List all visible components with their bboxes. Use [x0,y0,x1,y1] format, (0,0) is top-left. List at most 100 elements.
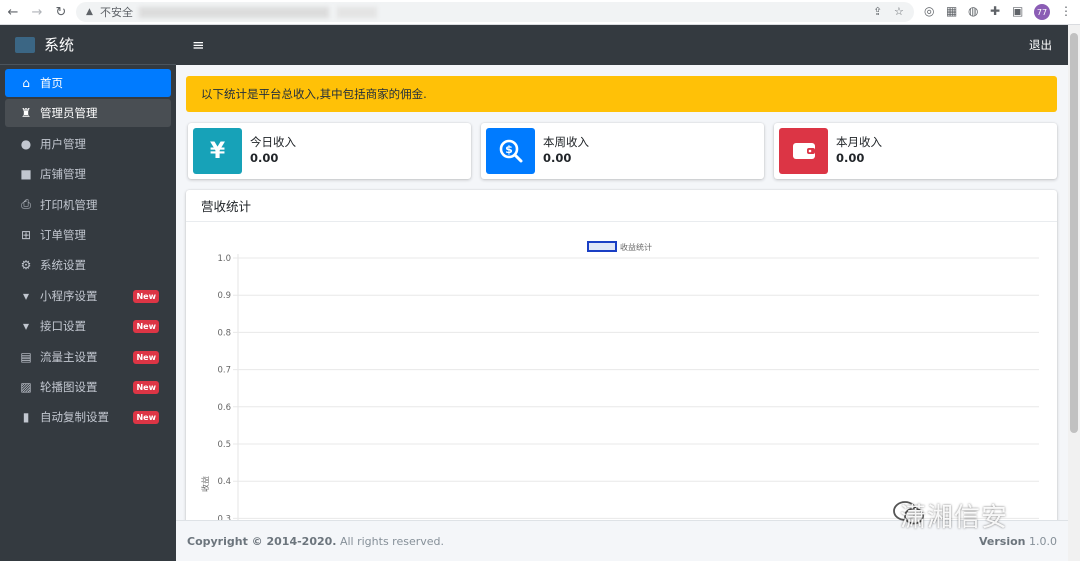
top-navbar: ≡ 退出 [176,25,1068,65]
svg-text:$: $ [505,143,513,156]
extension-translate-icon[interactable]: ◍ [968,4,978,18]
sidebar-item-label: 小程序设置 [40,288,98,303]
page-scrollbar[interactable] [1068,25,1080,561]
revenue-card-title: 营收统计 [186,190,1057,222]
warning-icon: ▲ [86,7,93,17]
url-text [139,6,329,18]
back-icon[interactable]: ← [2,1,24,23]
content-wrapper: 以下统计是平台总收入,其中包括商家的佣金. ¥ 今日收入 0.00 $ 本周收入… [176,65,1068,520]
chart-legend: 收益统计 [587,241,652,252]
url-text-tail [337,6,377,18]
sidebar-item-label: 用户管理 [40,136,86,151]
legend-swatch [587,241,617,252]
watermark-text: 潇湘信安 [900,503,1009,533]
sidebar-item-shops[interactable]: ■ 店铺管理 [5,160,171,188]
new-badge: New [133,289,159,303]
revenue-alert: 以下统计是平台总收入,其中包括商家的佣金. [186,76,1057,112]
y-tick-label: 0.6 [217,403,231,413]
new-badge: New [133,411,159,425]
reload-icon[interactable]: ↻ [50,1,72,23]
printer-icon: ⎙ [21,197,31,212]
sidebar-item-label: 轮播图设置 [40,379,98,394]
sidebar: 系统 ⌂ 首页 ♜ 管理员管理 ● 用户管理 ■ 店铺管理 ⎙ 打印机管理 ⊞ … [0,25,176,561]
info-box-label: 本月收入 [836,135,882,149]
y-tick-label: 0.7 [217,366,231,376]
sidebar-menu: ⌂ 首页 ♜ 管理员管理 ● 用户管理 ■ 店铺管理 ⎙ 打印机管理 ⊞ 订单管… [0,65,176,431]
extension-circle-icon[interactable]: ◎ [924,4,934,18]
profile-avatar[interactable]: 77 [1034,4,1050,20]
sidebar-item-users[interactable]: ● 用户管理 [5,130,171,158]
version-value: 1.0.0 [1029,535,1057,548]
version-label: Version [978,535,1026,548]
sidebar-item-label: 首页 [40,76,63,90]
new-badge: New [133,350,159,364]
sidebar-item-printers[interactable]: ⎙ 打印机管理 [5,191,171,219]
image-icon: ▨ [20,379,32,394]
more-menu-icon[interactable]: ⋮ [1060,4,1072,18]
sidebar-item-admin[interactable]: ♜ 管理员管理 [5,99,171,128]
sidebar-item-traffic[interactable]: ▤ 流量主设置 New [5,343,171,371]
info-box-today: ¥ 今日收入 0.00 [188,123,471,179]
copyright-text: Copyright © 2014-2020. [187,534,337,548]
puzzle-icon[interactable]: ✚ [990,4,1000,18]
y-tick-label: 0.8 [217,328,231,338]
yen-icon: ¥ [193,128,242,174]
legend-label: 收益统计 [620,242,652,252]
sidebar-item-system-settings[interactable]: ⚙ 系统设置 [5,251,171,279]
chart-grid: 1.00.90.80.70.60.50.40.3 [217,254,1039,520]
share-icon[interactable]: ⇪ [873,5,882,18]
y-axis-label: 收益 [200,476,210,492]
sidebar-item-home[interactable]: ⌂ 首页 [5,69,171,97]
brand-link[interactable]: 系统 [0,25,176,65]
logout-link[interactable]: 退出 [1029,37,1052,53]
y-tick-label: 0.5 [217,440,231,450]
sidepanel-icon[interactable]: ▣ [1012,4,1023,18]
gears-icon: ⚙ [20,258,32,273]
info-box-week: $ 本周收入 0.00 [481,123,764,179]
sidebar-item-label: 打印机管理 [40,197,98,212]
basket-icon: ⊞ [20,227,32,242]
info-box-value: 0.00 [543,151,572,165]
trophy-icon: ▾ [22,319,30,334]
revenue-chart: 1.00.90.80.70.60.50.40.3 收益统计 收益 [200,241,1039,520]
scrollbar-thumb[interactable] [1070,33,1078,433]
sidebar-item-label: 接口设置 [40,319,86,334]
new-badge: New [133,320,159,334]
new-badge: New [133,380,159,394]
info-box-label: 今日收入 [250,135,296,149]
hamburger-menu-icon[interactable]: ≡ [192,36,205,54]
shopping-bag-icon: ■ [20,167,32,182]
sidebar-item-miniprogram[interactable]: ▾ 小程序设置 New [5,282,171,310]
revenue-card: 营收统计 1.0 0.9 0.8 0.7 0.6 0.5 0.4 0.3 收益统计 收益 [186,190,1057,520]
sidebar-item-autocopy[interactable]: ▮ 自动复制设置 New [5,403,171,431]
y-tick-label: 1.0 [217,254,231,264]
info-box-value: 0.00 [836,151,865,165]
sidebar-item-orders[interactable]: ⊞ 订单管理 [5,221,171,249]
extension-store-icon[interactable]: ▦ [946,4,957,18]
info-box-month: 本月收入 0.00 [774,123,1057,179]
search-dollar-icon: $ [486,128,535,174]
forward-icon[interactable]: → [26,1,48,23]
ad-icon: ▤ [20,349,32,364]
clipboard-icon: ▮ [22,410,30,425]
sidebar-item-label: 系统设置 [40,258,86,273]
address-bar[interactable]: ▲ 不安全 ⇪ ☆ [76,2,914,22]
browser-toolbar: ← → ↻ ▲ 不安全 ⇪ ☆ ◎ ▦ ◍ ✚ ▣ 77 ⋮ [0,0,1080,25]
sidebar-item-carousel[interactable]: ▨ 轮播图设置 New [5,373,171,401]
user-tie-icon: ♜ [20,106,32,121]
trophy-icon: ▾ [22,288,30,303]
y-tick-label: 0.9 [217,291,231,301]
sidebar-item-label: 店铺管理 [40,167,86,182]
sidebar-item-label: 自动复制设置 [40,410,109,425]
y-tick-label: 0.4 [217,477,231,487]
star-icon[interactable]: ☆ [894,5,904,18]
wallet-icon [779,128,828,174]
info-box-label: 本周收入 [543,135,589,149]
sidebar-item-label: 流量主设置 [40,349,98,364]
sidebar-item-label: 管理员管理 [40,106,98,121]
sidebar-item-label: 订单管理 [40,227,86,242]
sidebar-item-api[interactable]: ▾ 接口设置 New [5,312,171,340]
security-label: 不安全 [100,6,133,19]
copyright-rest: All rights reserved. [336,534,444,548]
info-box-value: 0.00 [250,151,279,165]
